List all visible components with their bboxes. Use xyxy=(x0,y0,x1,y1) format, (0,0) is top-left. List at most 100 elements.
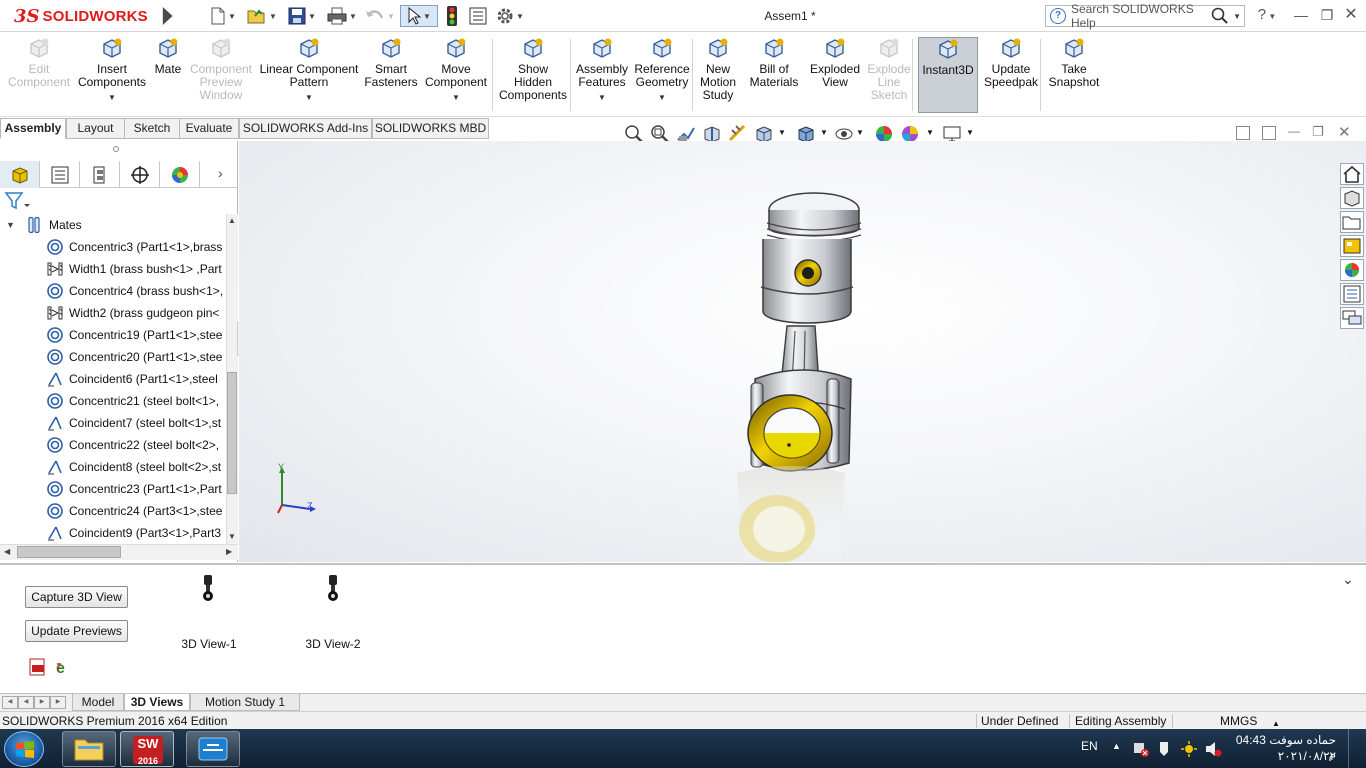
search-dropdown-icon[interactable]: ▼ xyxy=(1233,12,1241,21)
next-tab-icon[interactable]: ▶ xyxy=(34,696,50,709)
cmd-smart-fasteners-button[interactable]: Smart Fasteners xyxy=(364,37,418,115)
cmd-assembly-features-button[interactable]: Assembly Features ▼ xyxy=(574,37,630,115)
viewport-minimize-icon[interactable]: — xyxy=(1288,124,1302,140)
scroll-up-icon[interactable]: ▲ xyxy=(228,216,236,225)
cmd-instant3d-button[interactable]: Instant3D xyxy=(918,37,978,113)
3d-view-2-thumbnail[interactable] xyxy=(325,573,341,603)
select-button[interactable]: ▼ xyxy=(400,5,438,27)
solidworks-logo[interactable]: 3S SOLIDWORKS xyxy=(14,3,154,29)
cmd-dropdown-icon[interactable]: ▼ xyxy=(452,91,460,104)
cmd-linear-component-pattern-button[interactable]: Linear Component Pattern ▼ xyxy=(256,37,362,115)
rebuild-button[interactable] xyxy=(442,5,462,27)
cmd-dropdown-icon[interactable]: ▼ xyxy=(305,91,313,104)
tab-layout[interactable]: Layout xyxy=(66,118,125,139)
last-tab-icon[interactable]: ▶ xyxy=(50,696,66,709)
help-search-box[interactable]: ? Search SOLIDWORKS Help ▼ xyxy=(1045,2,1245,30)
tab-evaluate[interactable]: Evaluate xyxy=(179,118,239,139)
mate-row-coincident[interactable]: Coincident9 (Part3<1>,Part3 xyxy=(0,522,226,544)
view-orientation-dropdown-icon[interactable]: ▼ xyxy=(778,128,786,137)
viewport-restore-icon[interactable]: ❐ xyxy=(1312,124,1326,140)
print-button[interactable]: ▼ xyxy=(324,5,360,27)
scroll-left-icon[interactable]: ◀ xyxy=(4,547,10,556)
power-icon[interactable] xyxy=(1180,740,1198,758)
mate-row-coincident[interactable]: Coincident6 (Part1<1>,steel xyxy=(0,368,226,390)
mate-row-concentric[interactable]: Concentric3 (Part1<1>,brass xyxy=(0,236,226,258)
display-style-dropdown-icon[interactable]: ▼ xyxy=(820,128,828,137)
file-properties-button[interactable] xyxy=(466,5,490,27)
volume-muted-icon[interactable] xyxy=(1204,740,1222,758)
tab-feature-manager[interactable] xyxy=(0,161,40,188)
mate-row-width[interactable]: Width1 (brass bush<1> ,Part xyxy=(0,258,226,280)
mate-row-coincident[interactable]: Coincident8 (steel bolt<2>,st xyxy=(0,456,226,478)
tab-dimxpert-manager[interactable] xyxy=(120,161,160,188)
task-pane-design-library[interactable] xyxy=(1340,187,1364,209)
edrawings-icon[interactable]: e xyxy=(54,657,74,677)
mate-row-concentric[interactable]: Concentric4 (brass bush<1>, xyxy=(0,280,226,302)
graphics-area[interactable]: Y Z xyxy=(239,141,1366,562)
cmd-reference-geometry-button[interactable]: Reference Geometry ▼ xyxy=(632,37,692,115)
task-pane-forum[interactable] xyxy=(1340,307,1364,329)
task-pane-view-palette[interactable] xyxy=(1340,235,1364,257)
cmd-dropdown-icon[interactable]: ▼ xyxy=(658,91,666,104)
tree-root-mates[interactable]: ▼ Mates xyxy=(0,214,226,236)
tab-solidworks-add-ins[interactable]: SOLIDWORKS Add-Ins xyxy=(239,118,372,139)
cmd-dropdown-icon[interactable]: ▼ xyxy=(598,91,606,104)
tree-horizontal-scroll-thumb[interactable] xyxy=(17,546,121,558)
mate-row-coincident[interactable]: Coincident7 (steel bolt<1>,st xyxy=(0,412,226,434)
scroll-right-icon[interactable]: ▶ xyxy=(226,547,232,556)
mate-row-concentric[interactable]: Concentric23 (Part1<1>,Part xyxy=(0,478,226,500)
viewport-tile-left-icon[interactable] xyxy=(1236,126,1250,140)
cmd-update-speedpak-button[interactable]: Update Speedpak xyxy=(984,37,1038,115)
taskbar-browser[interactable] xyxy=(186,731,240,767)
tab-scroll-controls[interactable]: ◀ ◀ ▶ ▶ xyxy=(2,696,66,709)
show-hidden-icons-icon[interactable]: ▲ xyxy=(1112,741,1121,751)
search-icon[interactable] xyxy=(1210,7,1230,25)
restore-window-button[interactable]: ❐ xyxy=(1316,5,1338,25)
cmd-insert-components-button[interactable]: Insert Components ▼ xyxy=(76,37,148,115)
mate-row-concentric[interactable]: Concentric20 (Part1<1>,stee xyxy=(0,346,226,368)
scene-dropdown-icon[interactable]: ▼ xyxy=(926,128,934,137)
clock-date[interactable]: ٢٠٢١/٠٨/٢٢ xyxy=(1232,749,1336,763)
mate-row-concentric[interactable]: Concentric21 (steel bolt<1>, xyxy=(0,390,226,412)
action-center-icon[interactable] xyxy=(1156,740,1174,758)
cmd-move-component-button[interactable]: Move Component ▼ xyxy=(422,37,490,115)
options-button[interactable]: ▼ xyxy=(492,5,528,27)
hide-show-dropdown-icon[interactable]: ▼ xyxy=(856,128,864,137)
task-pane-appearances[interactable] xyxy=(1340,259,1364,281)
tab-sketch[interactable]: Sketch xyxy=(124,118,180,139)
input-language[interactable]: EN xyxy=(1081,739,1098,753)
bottom-tab-model[interactable]: Model xyxy=(72,694,124,711)
tab-solidworks-mbd[interactable]: SOLIDWORKS MBD xyxy=(372,118,489,139)
tree-vertical-scroll-thumb[interactable] xyxy=(227,372,237,494)
cmd-bill-of-materials-button[interactable]: Bill of Materials xyxy=(746,37,802,115)
show-desktop-button[interactable] xyxy=(1348,729,1366,768)
units-selector[interactable]: MMGS xyxy=(1220,713,1257,729)
tab-property-manager[interactable] xyxy=(40,161,80,188)
undo-button[interactable]: ▼ xyxy=(362,5,398,27)
prev-tab-icon[interactable]: ◀ xyxy=(18,696,34,709)
capture-3d-view-button[interactable]: Capture 3D View xyxy=(25,586,128,608)
help-menu-button[interactable]: ? ▼ xyxy=(1252,5,1282,25)
mate-row-concentric[interactable]: Concentric22 (steel bolt<2>, xyxy=(0,434,226,456)
task-pane-home[interactable] xyxy=(1340,163,1364,185)
taskbar-file-explorer[interactable] xyxy=(62,731,116,767)
cmd-mate-button[interactable]: Mate xyxy=(150,37,186,115)
mate-row-concentric[interactable]: Concentric24 (Part3<1>,stee xyxy=(0,500,226,522)
pane-collapse-chevron-icon[interactable]: ⌄ xyxy=(1342,571,1354,588)
first-tab-icon[interactable]: ◀ xyxy=(2,696,18,709)
cmd-take-snapshot-button[interactable]: Take Snapshot xyxy=(1046,37,1102,115)
cmd-exploded-view-button[interactable]: Exploded View xyxy=(806,37,864,115)
save-button[interactable]: ▼ xyxy=(284,5,320,27)
mate-row-concentric[interactable]: Concentric19 (Part1<1>,stee xyxy=(0,324,226,346)
tab-configuration-manager[interactable] xyxy=(80,161,120,188)
panel-splitter-handle[interactable] xyxy=(113,146,119,152)
cmd-dropdown-icon[interactable]: ▼ xyxy=(108,91,116,104)
view-settings-dropdown-icon[interactable]: ▼ xyxy=(966,128,974,137)
cmd-new-motion-study-button[interactable]: New Motion Study xyxy=(696,37,740,115)
minimize-window-button[interactable]: — xyxy=(1290,5,1312,25)
viewport-tile-right-icon[interactable] xyxy=(1262,126,1276,140)
task-pane-custom-properties[interactable] xyxy=(1340,283,1364,305)
mate-row-width[interactable]: Width2 (brass gudgeon pin< xyxy=(0,302,226,324)
scroll-down-icon[interactable]: ▼ xyxy=(228,532,236,541)
tree-filter-button[interactable] xyxy=(4,190,34,212)
